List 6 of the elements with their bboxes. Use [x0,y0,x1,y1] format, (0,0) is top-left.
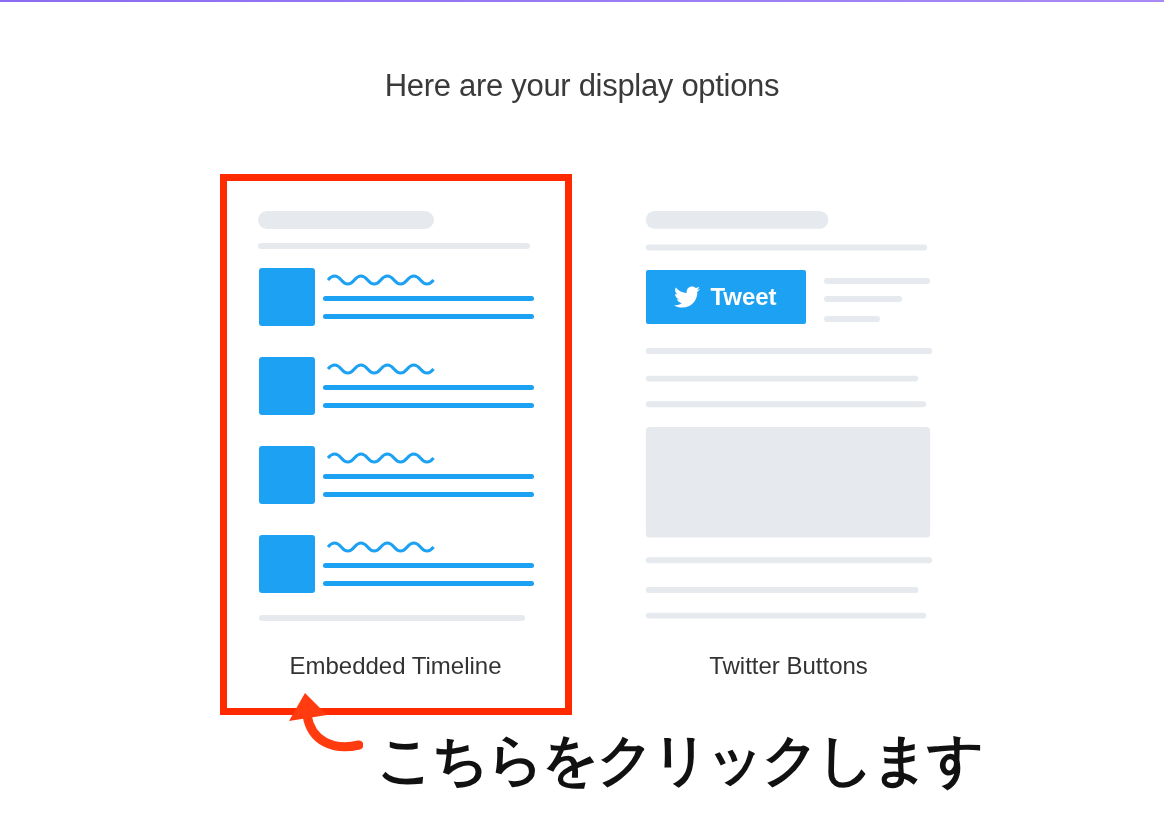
option-label: Twitter Buttons [709,652,868,680]
page-heading: Here are your display options [384,68,780,104]
tweet-button: Tweet [645,270,806,325]
option-label: Embedded Timeline [289,652,502,680]
option-card[interactable]: Embedded Timeline [219,174,572,715]
annotation-text: こちらをクリックします [376,726,982,794]
